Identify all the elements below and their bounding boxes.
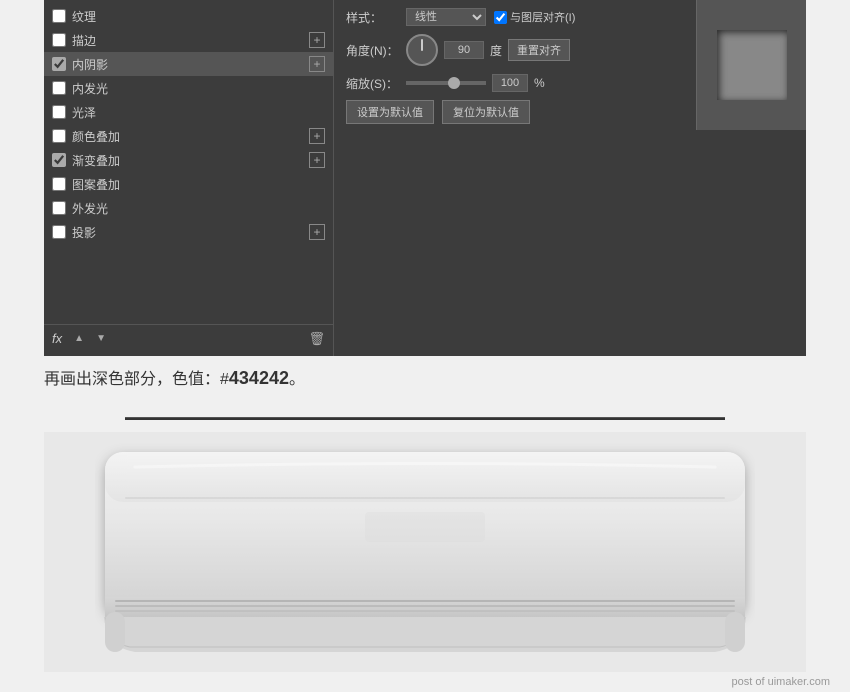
outer-glow-checkbox[interactable] xyxy=(52,201,66,215)
layer-item-outer-glow[interactable]: 外发光 xyxy=(44,196,333,220)
layer-item-texture[interactable]: 纹理 xyxy=(44,4,333,28)
align-layer-checkbox[interactable] xyxy=(494,11,507,24)
stroke-label: 描边 xyxy=(72,32,96,49)
texture-checkbox[interactable] xyxy=(52,9,66,23)
scale-unit: % xyxy=(534,76,545,90)
style-label: 样式： xyxy=(346,9,406,26)
layer-item-inner-shadow[interactable]: 内阴影 + xyxy=(44,52,333,76)
text-section: 再画出深色部分，色值：#434242。 xyxy=(0,356,850,405)
shadow-checkbox[interactable] xyxy=(52,225,66,239)
set-default-button[interactable]: 设置为默认值 xyxy=(346,100,434,124)
align-layer-label: 与图层对齐(I) xyxy=(494,9,575,25)
color-overlay-label: 颜色叠加 xyxy=(72,128,120,145)
angle-unit: 度 xyxy=(490,42,502,59)
gloss-checkbox[interactable] xyxy=(52,105,66,119)
divider-line xyxy=(125,417,725,420)
trash-button[interactable]: 🗑 xyxy=(308,331,325,347)
angle-input[interactable] xyxy=(444,41,484,59)
layer-item-inner-glow[interactable]: 内发光 xyxy=(44,76,333,100)
scale-row: 缩放(S)： % xyxy=(346,74,686,92)
reset-default-button[interactable]: 复位为默认值 xyxy=(442,100,530,124)
texture-label: 纹理 xyxy=(72,8,96,25)
inner-glow-label: 内发光 xyxy=(72,80,108,97)
action-buttons: 设置为默认值 复位为默认值 xyxy=(346,100,686,124)
outer-glow-label: 外发光 xyxy=(72,200,108,217)
fx-label: fx xyxy=(52,331,62,346)
gradient-overlay-label: 渐变叠加 xyxy=(72,152,120,169)
gradient-overlay-checkbox[interactable] xyxy=(52,153,66,167)
layer-item-gradient-overlay[interactable]: 渐变叠加 + xyxy=(44,148,333,172)
style-select[interactable]: 线性 xyxy=(406,8,486,26)
layer-item-pattern-overlay[interactable]: 图案叠加 xyxy=(44,172,333,196)
down-arrow-button[interactable]: ▼ xyxy=(92,330,110,348)
footer: post of uimaker.com xyxy=(0,672,850,692)
gloss-label: 光泽 xyxy=(72,104,96,121)
shadow-plus-button[interactable]: + xyxy=(309,224,325,240)
bottom-bar: fx ▲ ▼ 🗑 xyxy=(44,324,333,352)
text-period: 。 xyxy=(289,371,305,388)
text-content: 再画出深色部分，色值：# xyxy=(44,371,229,388)
inner-shadow-plus-button[interactable]: + xyxy=(309,56,325,72)
ac-unit-svg xyxy=(95,442,755,662)
page-wrapper: 纹理 描边 + 内阴影 + 内发光 光泽 颜色叠 xyxy=(0,0,850,692)
slider-track[interactable] xyxy=(406,81,486,85)
pattern-overlay-checkbox[interactable] xyxy=(52,177,66,191)
color-overlay-plus-button[interactable]: + xyxy=(309,128,325,144)
left-panel-spacer xyxy=(44,244,333,324)
gradient-overlay-plus-button[interactable]: + xyxy=(309,152,325,168)
angle-dial[interactable] xyxy=(406,34,438,66)
layer-item-color-overlay[interactable]: 颜色叠加 + xyxy=(44,124,333,148)
shadow-label: 投影 xyxy=(72,224,96,241)
style-row: 样式： 线性 与图层对齐(I) xyxy=(346,8,686,26)
stroke-plus-button[interactable]: + xyxy=(309,32,325,48)
ac-unit xyxy=(95,442,755,662)
preview-box xyxy=(696,0,806,130)
color-code: 434242 xyxy=(229,368,289,388)
stroke-checkbox[interactable] xyxy=(52,33,66,47)
up-arrow-button[interactable]: ▲ xyxy=(70,330,88,348)
scale-input[interactable] xyxy=(492,74,528,92)
inner-glow-checkbox[interactable] xyxy=(52,81,66,95)
scale-slider: % xyxy=(406,74,545,92)
layer-item-shadow[interactable]: 投影 + xyxy=(44,220,333,244)
right-panel: 预览(V) 样式： 线性 与图层对齐(I) 角度(N)： 度 xyxy=(334,0,806,356)
color-overlay-checkbox[interactable] xyxy=(52,129,66,143)
inner-shadow-label: 内阴影 xyxy=(72,56,108,73)
left-panel: 纹理 描边 + 内阴影 + 内发光 光泽 颜色叠 xyxy=(44,0,334,356)
pattern-overlay-label: 图案叠加 xyxy=(72,176,120,193)
angle-label: 角度(N)： xyxy=(346,42,406,59)
angle-row: 角度(N)： 度 重置对齐 xyxy=(346,34,686,66)
preview-inner-box xyxy=(717,30,787,100)
ac-section xyxy=(44,432,806,672)
angle-control: 度 重置对齐 xyxy=(406,34,570,66)
layer-item-stroke[interactable]: 描边 + xyxy=(44,28,333,52)
slider-thumb[interactable] xyxy=(448,77,460,89)
ps-panel: 纹理 描边 + 内阴影 + 内发光 光泽 颜色叠 xyxy=(44,0,806,356)
scale-label: 缩放(S)： xyxy=(346,75,406,92)
layer-item-gloss[interactable]: 光泽 xyxy=(44,100,333,124)
reset-align-button[interactable]: 重置对齐 xyxy=(508,39,570,61)
inner-shadow-checkbox[interactable] xyxy=(52,57,66,71)
